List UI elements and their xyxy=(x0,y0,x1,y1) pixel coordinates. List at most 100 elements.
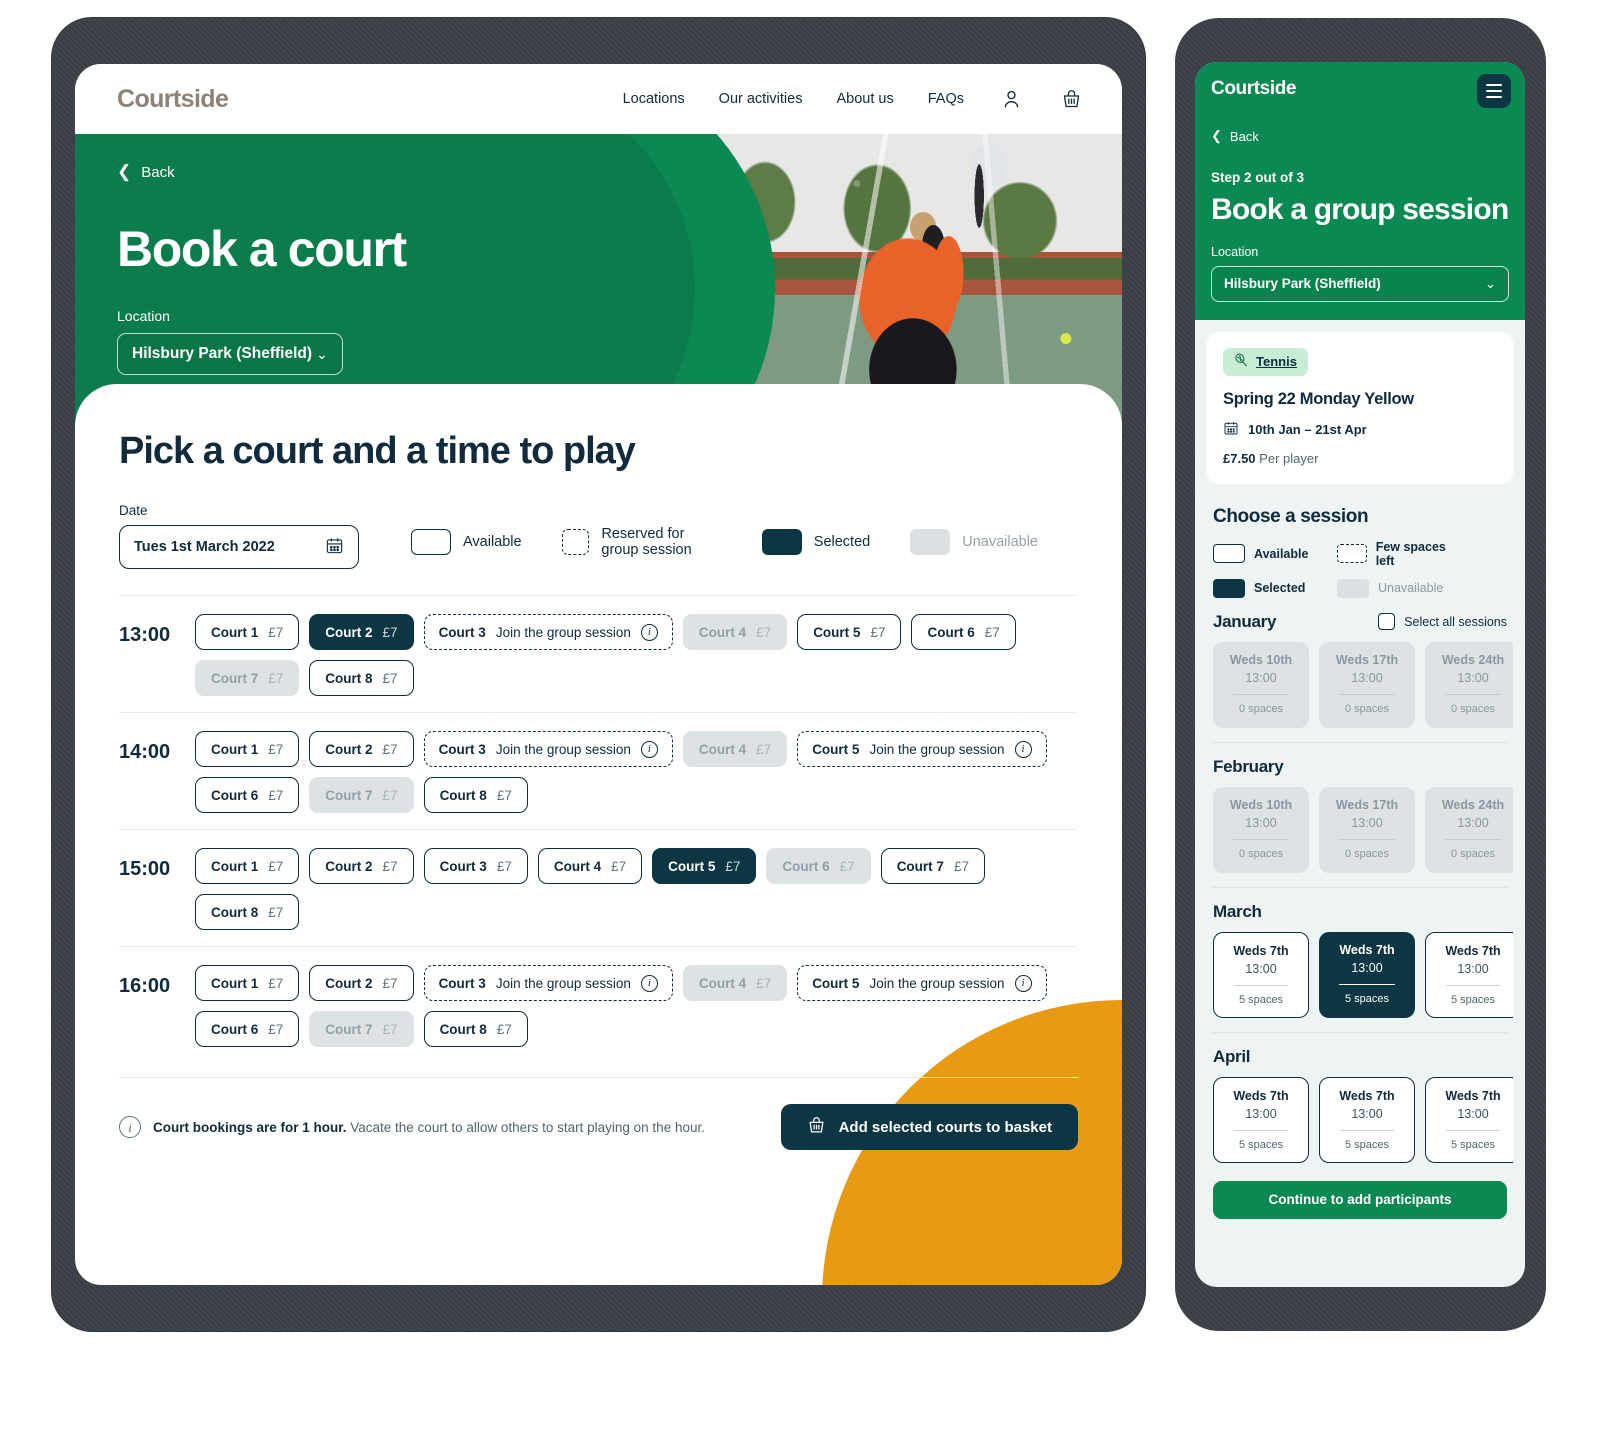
main-navigation: Locations Our activities About us FAQs xyxy=(623,86,1084,112)
court-chip[interactable]: Court 3 Join the group session i xyxy=(423,614,673,650)
court-chip[interactable]: Court 6 £7 xyxy=(195,1011,300,1047)
continue-button[interactable]: Continue to add participants xyxy=(1213,1180,1507,1219)
court-chip[interactable]: Court 4 £7 xyxy=(537,848,643,884)
session-card[interactable]: Weds 7th 13:00 5 spaces xyxy=(1319,1076,1415,1163)
session-dates-label: 10th Jan – 21st Apr xyxy=(1248,421,1367,437)
session-price-unit: Per player xyxy=(1259,450,1319,466)
court-chip[interactable]: Court 1 £7 xyxy=(195,731,300,767)
court-chip[interactable]: Court 6 £7 xyxy=(911,614,1016,650)
nav-item-about-us[interactable]: About us xyxy=(836,91,893,107)
session-card-divider xyxy=(1234,984,1288,986)
nav-item-our-activities[interactable]: Our activities xyxy=(719,91,803,107)
session-name: Spring 22 Monday Yellow xyxy=(1223,389,1414,408)
logo-text: Courtside xyxy=(117,84,229,113)
court-chip[interactable]: Court 2 £7 xyxy=(309,731,414,767)
court-chip[interactable]: Court 8 £7 xyxy=(423,1011,528,1047)
court-chip-name: Court 8 xyxy=(439,787,487,803)
info-icon[interactable]: i xyxy=(640,623,658,641)
select-all-sessions[interactable]: Select all sessions xyxy=(1378,613,1507,630)
court-chip[interactable]: Court 5 Join the group session i xyxy=(797,731,1047,767)
user-icon[interactable] xyxy=(998,86,1024,112)
court-chip[interactable]: Court 6 £7 xyxy=(195,777,300,813)
location-select[interactable]: Hilsbury Park (Sheffield) ⌄ xyxy=(117,333,343,375)
info-icon[interactable]: i xyxy=(640,974,658,992)
session-card-row: Weds 7th 13:00 5 spaces Weds 7th 13:00 5 spac… xyxy=(1207,1076,1513,1163)
court-chip[interactable]: Court 7 £7 xyxy=(880,848,985,884)
add-to-basket-button[interactable]: Add selected courts to basket xyxy=(780,1104,1078,1150)
time-slot-row: 16:00 Court 1 £7 Court 2 £7 Court 3 Join the g… xyxy=(119,946,1078,1063)
session-card-time: 13:00 xyxy=(1351,815,1383,830)
phone-page-title: Book a group session xyxy=(1211,193,1509,226)
nav-item-locations[interactable]: Locations xyxy=(623,91,685,107)
court-chip[interactable]: Court 5 £7 xyxy=(652,848,757,884)
court-chip: Court 7 £7 xyxy=(195,660,300,696)
time-slot-row: 15:00 Court 1 £7 Court 2 £7 Court 3 £7 Court 4 £… xyxy=(119,829,1078,946)
phone-location-select[interactable]: Hilsbury Park (Sheffield) ⌄ xyxy=(1211,265,1509,302)
chevron-down-icon: ⌄ xyxy=(1484,275,1496,291)
session-card: Weds 24th 13:00 0 spaces xyxy=(1425,641,1513,728)
court-chip[interactable]: Court 1 £7 xyxy=(195,614,300,650)
session-card[interactable]: Weds 7th 13:00 5 spaces xyxy=(1425,1076,1513,1163)
court-chip[interactable]: Court 8 £7 xyxy=(423,777,528,813)
select-all-checkbox[interactable] xyxy=(1378,613,1396,630)
court-chip[interactable]: Court 5 Join the group session i xyxy=(797,965,1047,1001)
session-card[interactable]: Weds 7th 13:00 5 spaces xyxy=(1213,1076,1309,1163)
session-card-spaces: 5 spaces xyxy=(1344,1138,1390,1151)
time-slot-row: 14:00 Court 1 £7 Court 2 £7 Court 3 Join the g… xyxy=(119,712,1078,829)
court-chip[interactable]: Court 1 £7 xyxy=(195,965,300,1001)
court-chip-price: £7 xyxy=(268,858,284,874)
session-card-divider xyxy=(1446,1129,1500,1131)
court-chip[interactable]: Court 5 £7 xyxy=(797,614,902,650)
date-input[interactable]: Tues 1st March 2022 xyxy=(119,525,359,569)
court-chip-name: Court 3 xyxy=(438,741,486,757)
court-chip-price: £7 xyxy=(382,975,398,991)
court-chip-price: £7 xyxy=(268,624,284,640)
court-chip: Court 4 £7 xyxy=(682,965,788,1001)
phone-logo[interactable]: Courtside xyxy=(1211,78,1509,100)
info-icon[interactable]: i xyxy=(1014,740,1032,758)
court-chip[interactable]: Court 2 £7 xyxy=(309,965,414,1001)
session-card-day: Weds 17th xyxy=(1335,652,1399,667)
session-card-divider xyxy=(1340,1129,1394,1131)
session-card[interactable]: Weds 7th 13:00 5 spaces xyxy=(1319,931,1415,1018)
time-slot-label: 16:00 xyxy=(119,975,171,997)
court-chip[interactable]: Court 3 £7 xyxy=(423,848,528,884)
site-logo[interactable]: Courtside xyxy=(117,84,229,114)
session-card-row: Weds 10th 13:00 0 spaces Weds 17th 13:00 0 sp… xyxy=(1207,641,1513,728)
back-button[interactable]: ❮ Back xyxy=(117,162,1122,182)
info-icon[interactable]: i xyxy=(640,740,658,758)
court-chip[interactable]: Court 8 £7 xyxy=(309,660,414,696)
nav-item-faqs[interactable]: FAQs xyxy=(928,91,964,107)
session-card-spaces: 0 spaces xyxy=(1344,847,1390,860)
info-icon[interactable]: i xyxy=(1014,974,1032,992)
legend-item-available: Available xyxy=(411,529,522,555)
court-chip-name: Court 7 xyxy=(325,787,373,803)
phone-legend-label-available: Available xyxy=(1254,546,1309,561)
court-chip[interactable]: Court 8 £7 xyxy=(195,894,300,930)
phone-back-button[interactable]: ❮ Back xyxy=(1211,128,1509,144)
court-chip-price: £7 xyxy=(382,670,398,686)
session-card-day: Weds 24th xyxy=(1441,652,1505,667)
booking-note-rest: Vacate the court to allow others to star… xyxy=(346,1119,705,1135)
session-card[interactable]: Weds 7th 13:00 5 spaces xyxy=(1213,931,1309,1018)
basket-icon[interactable] xyxy=(1058,86,1084,112)
court-chip[interactable]: Court 1 £7 xyxy=(195,848,300,884)
court-chip[interactable]: Court 3 Join the group session i xyxy=(423,731,673,767)
hamburger-icon[interactable] xyxy=(1477,74,1511,108)
session-card: Weds 10th 13:00 0 spaces xyxy=(1213,641,1309,728)
join-group-session-label: Join the group session xyxy=(869,741,1005,757)
court-chip-price: £7 xyxy=(953,858,969,874)
legend-swatch-available xyxy=(1213,544,1245,563)
session-card-day: Weds 7th xyxy=(1339,1088,1395,1103)
chevron-left-icon: ❮ xyxy=(117,162,132,181)
court-chip[interactable]: Court 2 £7 xyxy=(309,614,414,650)
court-chip[interactable]: Court 3 Join the group session i xyxy=(423,965,673,1001)
court-chip[interactable]: Court 2 £7 xyxy=(309,848,414,884)
activity-tag[interactable]: Tennis xyxy=(1223,347,1308,376)
court-chip-name: Court 6 xyxy=(211,1021,259,1037)
legend-item-unavailable: Unavailable xyxy=(910,529,1038,555)
select-all-label: Select all sessions xyxy=(1404,614,1507,629)
court-chip-price: £7 xyxy=(611,858,627,874)
session-card[interactable]: Weds 7th 13:00 5 spaces xyxy=(1425,931,1513,1018)
court-chip: Court 7 £7 xyxy=(309,1011,414,1047)
